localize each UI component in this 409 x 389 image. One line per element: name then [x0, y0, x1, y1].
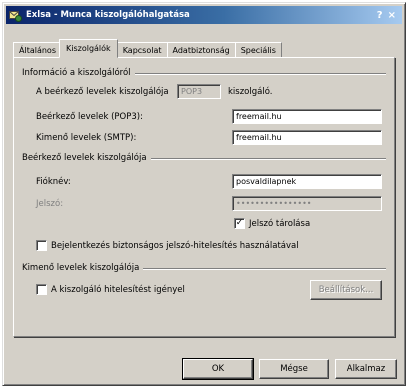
tab-strip: Általános Kiszolgálók Kapcsolat Adatbizt…: [13, 39, 282, 58]
cancel-button[interactable]: Mégse: [259, 359, 329, 379]
outgoing-server-input[interactable]: freemail.hu: [232, 130, 382, 145]
properties-dialog: Exlsa - Munca kiszolgálóhalgatása ? × Ál…: [2, 2, 406, 386]
incoming-server-input[interactable]: freemail.hu: [232, 109, 382, 124]
spa-login-label: Bejelentkezés biztonságos jelszó-hiteles…: [51, 240, 299, 251]
smtp-auth-checkbox[interactable]: A kiszolgáló hitelesítést igényel: [36, 284, 185, 295]
outgoing-server-group: Kimenő levelek kiszolgálója: [22, 263, 386, 273]
tab-advanced[interactable]: Speciális: [234, 42, 282, 58]
settings-button[interactable]: Beállítások...: [310, 280, 382, 300]
outgoing-server-label: Kimenő levelek (SMTP):: [36, 133, 137, 143]
smtp-auth-box[interactable]: [36, 284, 47, 295]
tab-security[interactable]: Adatbiztonság: [166, 42, 236, 58]
outgoing-server-legend: Kimenő levelek kiszolgálója: [22, 263, 144, 273]
help-icon[interactable]: ?: [377, 10, 383, 21]
incoming-type-field: POP3: [177, 84, 221, 99]
tab-servers[interactable]: Kiszolgálók: [59, 39, 118, 58]
title-bar[interactable]: Exlsa - Munca kiszolgálóhalgatása ? ×: [6, 6, 402, 24]
mail-account-icon: [9, 9, 22, 22]
server-info-legend: Információ a kiszolgálóról: [22, 68, 135, 78]
incoming-server-legend: Beérkező levelek kiszolgálója: [22, 153, 151, 163]
tab-connection[interactable]: Kapcsolat: [116, 42, 168, 58]
spa-login-box[interactable]: [36, 240, 47, 251]
servers-tab-panel: Információ a kiszolgálóról A beérkező le…: [13, 57, 395, 337]
password-label: Jelszó:: [36, 199, 64, 209]
password-input[interactable]: ••••••••••••••••: [232, 196, 382, 211]
remember-password-label: Jelszó tárolása: [249, 218, 311, 229]
apply-button[interactable]: Alkalmaz: [335, 359, 397, 379]
spa-login-checkbox[interactable]: Bejelentkezés biztonságos jelszó-hiteles…: [36, 240, 299, 251]
incoming-server-group: Beérkező levelek kiszolgálója: [22, 153, 386, 163]
incoming-type-label: A beérkező levelek kiszolgálója: [36, 87, 169, 97]
remember-password-box[interactable]: ✓: [234, 218, 245, 229]
account-name-label: Fióknév:: [36, 177, 71, 187]
incoming-server-label: Beérkező levelek (POP3):: [36, 112, 143, 122]
tab-general[interactable]: Általános: [13, 42, 62, 58]
remember-password-checkbox[interactable]: ✓ Jelszó tárolása: [234, 218, 310, 229]
close-icon[interactable]: ×: [388, 10, 396, 21]
server-info-group: Információ a kiszolgálóról: [22, 68, 386, 78]
smtp-auth-label: A kiszolgáló hitelesítést igényel: [51, 284, 185, 295]
ok-button[interactable]: OK: [182, 358, 254, 380]
incoming-type-suffix: kiszolgáló.: [228, 87, 273, 97]
account-name-input[interactable]: posvaldilapnek: [232, 174, 382, 189]
window-title: Exlsa - Munca kiszolgálóhalgatása: [26, 10, 190, 20]
